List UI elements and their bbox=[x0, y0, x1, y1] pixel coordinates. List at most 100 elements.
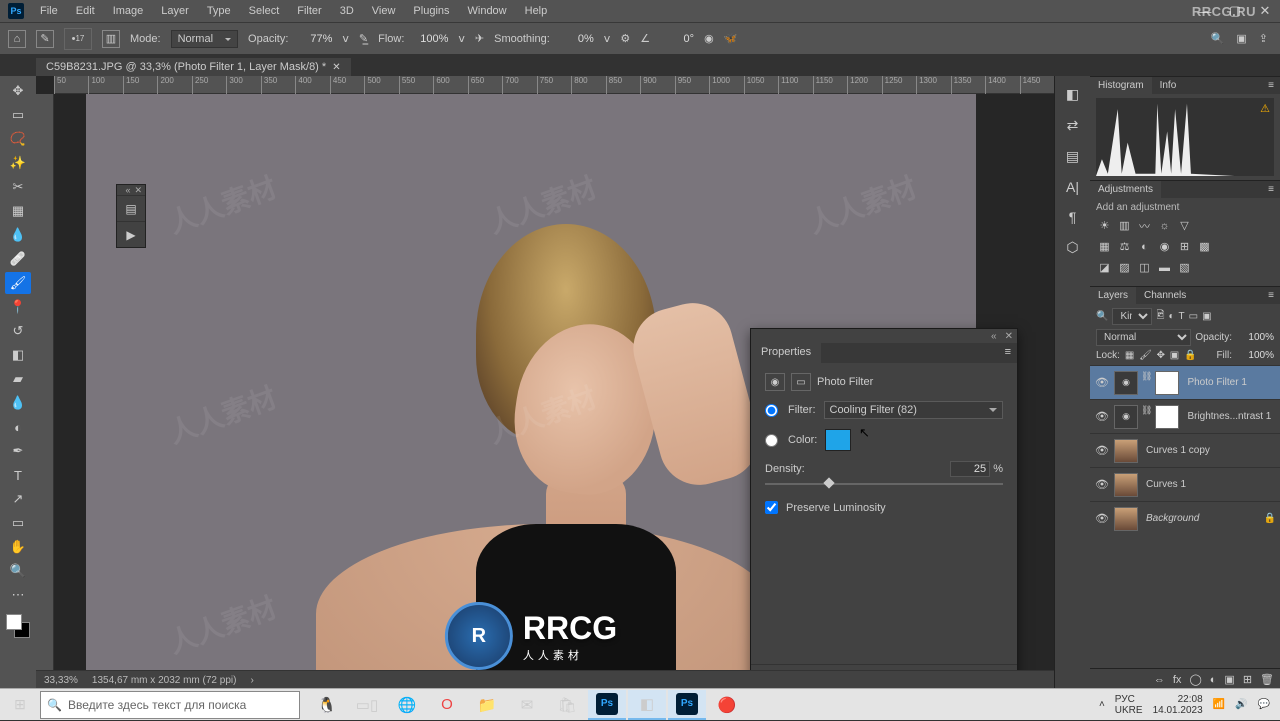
panel-menu-icon[interactable]: ≡ bbox=[1262, 287, 1280, 304]
layer-row[interactable]: 👁◉⛓Brightnes...ntrast 1 bbox=[1090, 399, 1280, 433]
filter-smart-icon[interactable]: ▣ bbox=[1202, 311, 1211, 322]
menu-file[interactable]: File bbox=[32, 2, 66, 20]
brush-preview[interactable]: •17 bbox=[64, 28, 92, 50]
shape-tool[interactable]: ▭ bbox=[5, 512, 31, 534]
layer-row[interactable]: 👁 Curves 1 copy bbox=[1090, 433, 1280, 467]
opacity-value[interactable]: 77% bbox=[298, 33, 332, 45]
eraser-tool[interactable]: ◧ bbox=[5, 344, 31, 366]
tray-clock[interactable]: 22:08 14.01.2023 bbox=[1153, 694, 1203, 716]
flow-dropdown-icon[interactable]: ⅴ bbox=[458, 32, 465, 45]
panel-collapse-icon[interactable]: « bbox=[991, 331, 997, 342]
tab-close-icon[interactable]: ✕ bbox=[332, 62, 340, 73]
blend-mode-select[interactable]: Normal bbox=[171, 30, 238, 48]
filter-radio[interactable] bbox=[765, 404, 778, 417]
adj-vibrance-icon[interactable]: ▽ bbox=[1176, 217, 1193, 234]
app-ps-2[interactable]: Ps bbox=[668, 690, 706, 720]
panel-menu-icon[interactable]: ≡ bbox=[999, 343, 1017, 363]
add-mask-icon[interactable]: ◯ bbox=[1189, 673, 1201, 686]
document-tab[interactable]: C59B8231.JPG @ 33,3% (Photo Filter 1, La… bbox=[36, 58, 351, 76]
tablet-size-icon[interactable]: ◉ bbox=[704, 32, 714, 45]
menu-help[interactable]: Help bbox=[517, 2, 556, 20]
mask-icon[interactable]: ▭ bbox=[791, 373, 811, 391]
fly-panel[interactable]: «✕ ▤ ▶ bbox=[116, 184, 146, 248]
lock-pixels-icon[interactable]: ▦ bbox=[1125, 350, 1134, 361]
histogram-tab[interactable]: Histogram bbox=[1090, 77, 1152, 94]
channels-tab[interactable]: Channels bbox=[1136, 287, 1194, 304]
tray-chevron-icon[interactable]: ˄ bbox=[1099, 699, 1105, 710]
airbrush-icon[interactable]: ✈ bbox=[475, 32, 484, 45]
eyedropper-tool[interactable]: 💧 bbox=[5, 224, 31, 246]
history-brush-tool[interactable]: ↺ bbox=[5, 320, 31, 342]
store-icon[interactable]: 🛍 bbox=[548, 690, 586, 720]
visibility-icon[interactable]: 👁 bbox=[1094, 444, 1110, 457]
layer-filter-kind[interactable]: Kind bbox=[1112, 308, 1152, 325]
app-ps-1[interactable]: Ps bbox=[588, 690, 626, 720]
adj-exposure-icon[interactable]: ☼ bbox=[1156, 217, 1173, 234]
fill-input[interactable] bbox=[1236, 350, 1274, 361]
fly-button-play[interactable]: ▶ bbox=[117, 221, 145, 247]
layer-row[interactable]: 👁◉⛓Photo Filter 1 bbox=[1090, 365, 1280, 399]
layer-row[interactable]: 👁Curves 1 bbox=[1090, 467, 1280, 501]
filter-type-icon[interactable]: T bbox=[1179, 311, 1185, 322]
menu-3d[interactable]: 3D bbox=[332, 2, 362, 20]
filter-adj-icon[interactable]: ◐ bbox=[1169, 311, 1175, 322]
filter-search-icon[interactable]: 🔍 bbox=[1096, 311, 1108, 322]
visibility-icon[interactable]: 👁 bbox=[1094, 512, 1110, 525]
tablet-opacity-icon[interactable]: ✎̲ bbox=[359, 32, 368, 45]
menu-type[interactable]: Type bbox=[199, 2, 239, 20]
menu-window[interactable]: Window bbox=[460, 2, 515, 20]
edit-toolbar[interactable]: ⋯ bbox=[5, 584, 31, 606]
taskbar-search[interactable]: 🔍 Введите здесь текст для поиска bbox=[40, 691, 300, 719]
adj-brightness-icon[interactable]: ☀ bbox=[1096, 217, 1113, 234]
heal-tool[interactable]: 🩹 bbox=[5, 248, 31, 270]
adj-invert-icon[interactable]: ◪ bbox=[1096, 259, 1113, 276]
frame-tool[interactable]: ▦ bbox=[5, 200, 31, 222]
panel-close-icon[interactable]: ✕ bbox=[134, 185, 142, 195]
adj-threshold-icon[interactable]: ◫ bbox=[1136, 259, 1153, 276]
tray-volume-icon[interactable]: 🔊 bbox=[1235, 699, 1247, 710]
adj-selective-icon[interactable]: ▧ bbox=[1176, 259, 1193, 276]
adj-curves-icon[interactable]: 〰 bbox=[1136, 217, 1153, 234]
menu-view[interactable]: View bbox=[364, 2, 404, 20]
mail-icon[interactable]: ✉ bbox=[508, 690, 546, 720]
stamp-tool[interactable]: 📍 bbox=[5, 296, 31, 318]
dock-3d-icon[interactable]: ⬡ bbox=[1066, 239, 1078, 256]
adjustment-icon[interactable]: ◉ bbox=[765, 373, 785, 391]
color-swatch[interactable] bbox=[825, 429, 851, 451]
gradient-tool[interactable]: ▰ bbox=[5, 368, 31, 390]
symmetry-icon[interactable]: 🦋 bbox=[724, 32, 738, 45]
fly-button-1[interactable]: ▤ bbox=[117, 195, 145, 221]
edge-icon[interactable]: 🌐 bbox=[388, 690, 426, 720]
menu-select[interactable]: Select bbox=[241, 2, 288, 20]
adj-hsl-icon[interactable]: ▦ bbox=[1096, 238, 1113, 255]
trash-icon[interactable]: 🗑 bbox=[1260, 673, 1274, 686]
menu-image[interactable]: Image bbox=[105, 2, 152, 20]
dock-para-icon[interactable]: ¶ bbox=[1069, 209, 1077, 225]
marquee-tool[interactable]: ▭ bbox=[5, 104, 31, 126]
layer-row[interactable]: 👁Background🔒 bbox=[1090, 501, 1280, 535]
layer-name[interactable]: Photo Filter 1 bbox=[1187, 377, 1276, 388]
layer-name[interactable]: Background bbox=[1146, 513, 1260, 524]
color-swatches[interactable] bbox=[6, 614, 30, 638]
lock-all-icon[interactable]: 🔒 bbox=[1184, 350, 1196, 361]
angle-value[interactable]: 0° bbox=[660, 33, 694, 45]
pen-tool[interactable]: ✒ bbox=[5, 440, 31, 462]
task-view-icon[interactable]: ▭▯ bbox=[348, 690, 386, 720]
app-misc[interactable]: 🔴 bbox=[708, 690, 746, 720]
adj-posterize-icon[interactable]: ▨ bbox=[1116, 259, 1133, 276]
workspace-icon[interactable]: ▣ bbox=[1236, 32, 1246, 45]
visibility-icon[interactable]: 👁 bbox=[1094, 478, 1110, 491]
histogram-warning-icon[interactable]: ⚠ bbox=[1260, 102, 1270, 115]
panel-menu-icon[interactable]: ≡ bbox=[1262, 77, 1280, 94]
app-camera-raw[interactable]: ◧ bbox=[628, 690, 666, 720]
filter-dropdown[interactable]: Cooling Filter (82) bbox=[824, 401, 1004, 419]
adj-levels-icon[interactable]: ▥ bbox=[1116, 217, 1133, 234]
smoothing-value[interactable]: 0% bbox=[560, 33, 594, 45]
dock-icon-3[interactable]: ▤ bbox=[1066, 148, 1079, 165]
new-adjustment-icon[interactable]: ◐ bbox=[1210, 674, 1217, 686]
menu-edit[interactable]: Edit bbox=[68, 2, 103, 20]
preserve-luminosity-checkbox[interactable] bbox=[765, 501, 778, 514]
density-slider[interactable] bbox=[765, 479, 1003, 491]
hand-tool[interactable]: ✋ bbox=[5, 536, 31, 558]
layer-name[interactable]: Curves 1 copy bbox=[1146, 445, 1276, 456]
